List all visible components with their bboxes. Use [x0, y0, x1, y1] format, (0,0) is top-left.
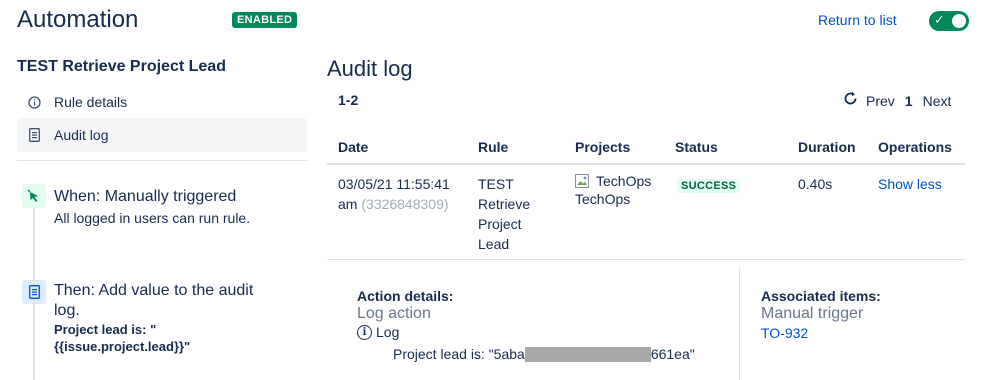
column-header-status: Status [675, 139, 718, 155]
associated-trigger-name: Manual trigger [761, 305, 864, 322]
sidebar-item-rule-details[interactable]: Rule details [17, 85, 307, 119]
cell-date: 03/05/21 11:55:41 am (3326848309) [338, 174, 450, 214]
action-details-label: Action details: [357, 288, 454, 304]
cell-duration: 0.40s [798, 176, 833, 192]
row-divider [327, 259, 965, 260]
trigger-description: All logged in users can run rule. [54, 210, 251, 226]
action-name: Log action [357, 305, 431, 322]
action-detail-line1: Project lead is: " [54, 322, 157, 337]
page-title: Automation [17, 6, 139, 33]
return-to-list-link[interactable]: Return to list [818, 12, 897, 28]
action-title-line1[interactable]: Then: Add value to the audit [54, 281, 253, 301]
action-title-line2: log. [54, 302, 80, 319]
audit-log-title: Audit log [327, 56, 413, 81]
sidebar-item-label: Rule details [54, 94, 128, 110]
column-header-date: Date [338, 139, 369, 155]
status-badge: SUCCESS [677, 179, 741, 193]
cell-status: SUCCESS [677, 174, 741, 196]
toggle-knob [952, 14, 966, 28]
document-icon [27, 128, 41, 142]
page-range: 1-2 [338, 92, 359, 108]
cell-projects: TechOps TechOps [575, 172, 651, 208]
column-header-projects: Projects [575, 139, 631, 155]
associated-items-label: Associated items: [761, 288, 881, 304]
rule-enabled-toggle[interactable]: ✓ [929, 11, 969, 31]
sidebar-item-label: Audit log [54, 127, 109, 143]
rule-line: Lead [478, 236, 510, 252]
log-message: Project lead is: "5aba 661ea" [393, 346, 695, 362]
details-divider [739, 267, 740, 380]
sidebar-divider [17, 160, 307, 161]
project-name: TechOps [575, 191, 631, 207]
cell-rule: TEST Retrieve Project Lead [478, 174, 530, 254]
cursor-click-icon [22, 184, 46, 208]
check-icon: ✓ [934, 12, 945, 27]
info-icon: i [357, 324, 372, 340]
issue-link[interactable]: TO-932 [761, 325, 808, 341]
log-value-suffix: 661ea" [650, 346, 695, 362]
enabled-badge: ENABLED [232, 12, 298, 28]
action-detail-line2: {{issue.project.lead}}" [54, 339, 191, 354]
cell-operations: Show less [878, 174, 942, 194]
document-icon [22, 280, 46, 304]
date-line2: am [338, 196, 358, 212]
sidebar-item-audit-log[interactable]: Audit log [17, 118, 307, 152]
trigger-title[interactable]: When: Manually triggered [54, 187, 236, 207]
current-page: 1 [904, 93, 913, 109]
column-header-rule: Rule [478, 139, 509, 155]
column-header-duration: Duration [798, 139, 856, 155]
refresh-icon[interactable] [843, 91, 858, 111]
rule-name: TEST Retrieve Project Lead [17, 58, 226, 75]
redacted-block [524, 346, 651, 362]
prev-page-button[interactable]: Prev [866, 93, 895, 109]
column-header-operations: Operations [878, 139, 952, 155]
log-value-prefix: Project lead is: "5aba [393, 346, 525, 362]
project-avatar-alt: TechOps [596, 173, 652, 189]
show-less-link[interactable]: Show less [878, 176, 942, 192]
broken-image-icon [575, 174, 589, 188]
execution-id: (3326848309) [361, 196, 449, 212]
rule-line: TEST [478, 176, 514, 192]
log-row: i Log [357, 324, 399, 340]
info-icon [27, 95, 41, 109]
pagination: Prev 1 Next [843, 91, 951, 111]
date-line1: 03/05/21 11:55:41 [338, 176, 450, 192]
rule-line: Project [478, 216, 522, 232]
table-header-divider [327, 163, 965, 165]
log-label: Log [376, 324, 400, 340]
rule-line: Retrieve [478, 196, 531, 212]
next-page-button[interactable]: Next [923, 93, 952, 109]
